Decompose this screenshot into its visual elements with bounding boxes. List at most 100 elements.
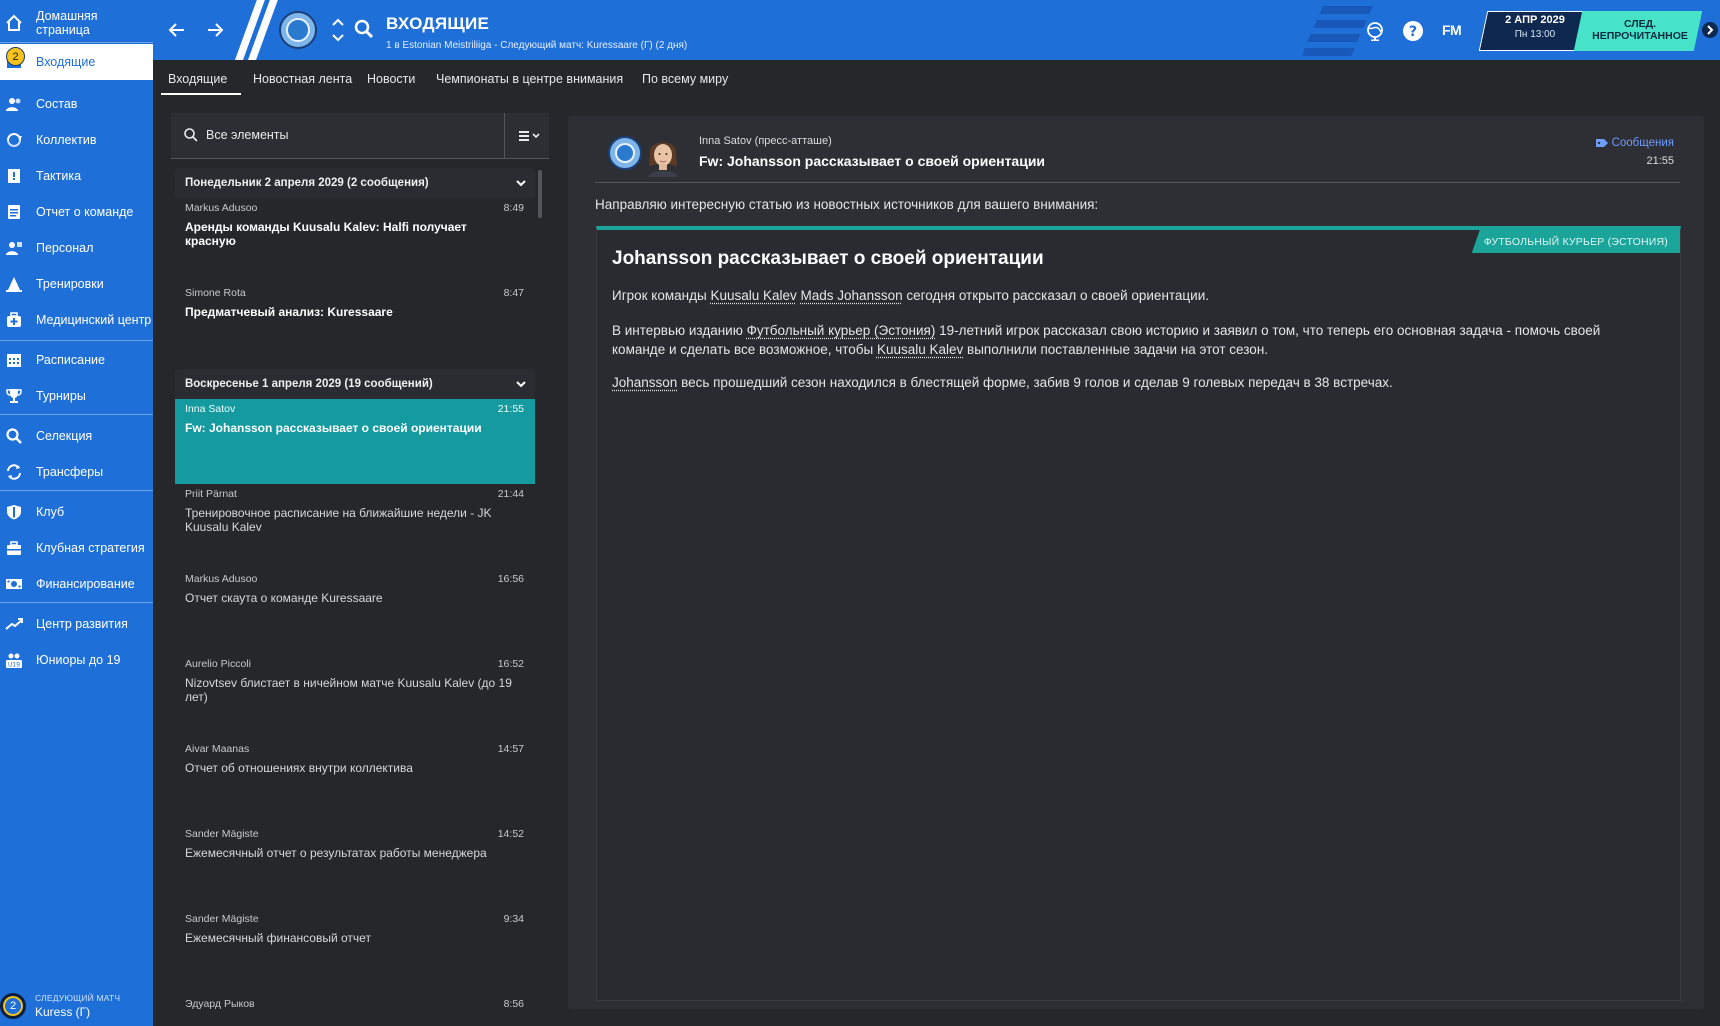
- message-reader: Inna Satov (пресс-атташе) Fw: Johansson …: [568, 116, 1704, 1009]
- sidebar-item-transfers[interactable]: Трансферы: [0, 454, 153, 490]
- list-item[interactable]: Simone Rota 8:47 Предматчевый анализ: Ku…: [175, 283, 535, 368]
- list-item[interactable]: Markus Adusoo 16:56 Отчет скаута о коман…: [175, 569, 535, 654]
- sender-avatar[interactable]: [644, 133, 682, 177]
- search-icon: [354, 19, 374, 39]
- list-item-selected[interactable]: Inna Satov 21:55 Fw: Johansson рассказыв…: [175, 399, 535, 484]
- help-button[interactable]: ?: [1402, 20, 1424, 42]
- club-crest-icon[interactable]: [279, 11, 317, 49]
- world-button[interactable]: [1364, 20, 1386, 42]
- next-match-widget[interactable]: 2 СЛЕДУЮЩИЙ МАТЧ Kuress (Г): [0, 986, 153, 1026]
- trophy-icon: [4, 386, 24, 406]
- divider: [595, 182, 1680, 183]
- sidebar-item-label: Состав: [36, 97, 78, 111]
- news-article: ФУТБОЛЬНЫЙ КУРЬЕР (ЭСТОНИЯ) Johansson ра…: [596, 226, 1681, 1001]
- message-subject: Предматчевый анализ: Kuressaare: [185, 305, 393, 319]
- continue-arrow-button[interactable]: [1702, 22, 1718, 38]
- message-sender-name[interactable]: Inna Satov: [699, 135, 752, 147]
- shield-icon: [4, 502, 24, 522]
- message-sender: Inna Satov: [185, 403, 236, 415]
- globe-icon: [1367, 22, 1383, 41]
- list-item[interactable]: Aurelio Piccoli 16:52 Nizovtsev блистает…: [175, 654, 535, 739]
- player-link[interactable]: Johansson: [612, 375, 677, 390]
- svg-text:?: ?: [1409, 24, 1417, 40]
- sidebar-item-training[interactable]: Тренировки: [0, 266, 153, 302]
- money-icon: [4, 574, 24, 594]
- filter-bar[interactable]: Все элементы: [171, 113, 549, 159]
- sidebar-item-tactics[interactable]: Тактика: [0, 158, 153, 194]
- text: В интервью изданию: [612, 323, 747, 338]
- sidebar-item-label: Центр развития: [36, 617, 128, 631]
- list-item[interactable]: Sander Mägiste 9:34 Ежемесячный финансов…: [175, 909, 535, 994]
- sidebar-item-label: Медицинский центр: [36, 313, 152, 327]
- fm-logo[interactable]: FM: [1442, 22, 1462, 38]
- tactics-icon: [4, 166, 24, 186]
- game-date-day: 2 АПР 2029: [1505, 14, 1565, 26]
- chevron-right-icon: [1707, 25, 1714, 35]
- list-item[interactable]: Aivar Maanas 14:57 Отчет об отношениях в…: [175, 739, 535, 824]
- calendar-icon: [4, 350, 24, 370]
- list-item[interactable]: Эдуард Рыков 8:56: [175, 994, 535, 1026]
- sidebar-item-team-report[interactable]: Отчет о команде: [0, 194, 153, 230]
- chevron-updown-icon: [332, 18, 344, 42]
- message-subject: Тренировочное расписание на ближайшие не…: [185, 506, 492, 534]
- transfer-arrows-icon: [4, 462, 24, 482]
- sidebar-item-home[interactable]: Домашняя страница: [0, 5, 153, 41]
- tab-featured-leagues[interactable]: Чемпионаты в центре внимания: [436, 72, 623, 86]
- sidebar-item-label: Домашняя страница: [36, 9, 98, 37]
- sidebar-item-medical[interactable]: Медицинский центр: [0, 302, 153, 338]
- message-sender-line: Inna Satov (пресс-атташе): [699, 135, 832, 147]
- search-button[interactable]: [353, 18, 375, 40]
- list-item[interactable]: Sander Mägiste 14:52 Ежемесячный отчет о…: [175, 824, 535, 909]
- message-sender: Markus Adusoo: [185, 202, 258, 214]
- date-group-title: Понедельник 2 апреля 2029 (2 сообщения): [185, 177, 429, 189]
- message-sender: Aurelio Piccoli: [185, 658, 251, 670]
- message-intro: Направляю интересную статью из новостных…: [595, 197, 1099, 212]
- message-subject: Аренды команды Kuusalu Kalev: Halfi полу…: [185, 220, 467, 248]
- back-button[interactable]: [165, 18, 189, 42]
- message-sender-role: (пресс-атташе): [754, 135, 832, 147]
- active-tab-indicator: [161, 93, 241, 95]
- scrollbar[interactable]: [538, 170, 542, 218]
- training-cone-icon: [4, 274, 24, 294]
- sidebar-item-scouting[interactable]: Селекция: [0, 418, 153, 454]
- next-match-days: 2: [0, 993, 26, 1019]
- sidebar-item-dynamics[interactable]: Коллектив: [0, 122, 153, 158]
- tab-news[interactable]: Новости: [367, 72, 415, 86]
- message-category[interactable]: Сообщения: [1595, 137, 1674, 149]
- sidebar-item-squad[interactable]: Состав: [0, 86, 153, 122]
- sidebar-item-u19[interactable]: U19 Юниоры до 19: [0, 642, 153, 678]
- sidebar-item-staff[interactable]: Персонал: [0, 230, 153, 266]
- media-link[interactable]: Футбольный курьер (Эстония): [747, 323, 936, 338]
- club-link[interactable]: Kuusalu Kalev: [877, 342, 963, 357]
- club-link[interactable]: Kuusalu Kalev: [710, 288, 796, 303]
- tab-news-feed[interactable]: Новостная лента: [253, 72, 352, 86]
- message-sender: Priit Pärnat: [185, 488, 237, 500]
- sidebar-item-label: Коллектив: [36, 133, 97, 147]
- message-time: 21:55: [1646, 155, 1674, 167]
- list-item[interactable]: Markus Adusoo 8:49 Аренды команды Kuusal…: [175, 198, 535, 283]
- sidebar-item-finances[interactable]: Финансирование: [0, 566, 153, 602]
- sidebar-item-club-vision[interactable]: Клубная стратегия: [0, 530, 153, 566]
- tab-inbox[interactable]: Входящие: [168, 72, 227, 86]
- message-time: 9:34: [503, 913, 524, 925]
- message-time: 21:55: [497, 403, 524, 415]
- sidebar-item-schedule[interactable]: Расписание: [0, 342, 153, 378]
- page-subtitle[interactable]: 1 в Estonian Meistriliiga - Следующий ма…: [386, 40, 687, 51]
- sidebar-item-club[interactable]: Клуб: [0, 494, 153, 530]
- list-item[interactable]: Priit Pärnat 21:44 Тренировочное расписа…: [175, 484, 535, 569]
- top-bar: ВХОДЯЩИЕ 1 в Estonian Meistriliiga - Сле…: [153, 0, 1720, 60]
- club-switch-arrows[interactable]: [331, 16, 345, 44]
- sidebar-item-dev-centre[interactable]: Центр развития: [0, 606, 153, 642]
- filter-menu-icon[interactable]: [511, 125, 545, 147]
- forward-button[interactable]: [203, 18, 227, 42]
- message-sender: Markus Adusoo: [185, 573, 258, 585]
- date-group-header[interactable]: Воскресенье 1 апреля 2029 (19 сообщений): [175, 369, 535, 399]
- next-match-label: СЛЕДУЮЩИЙ МАТЧ: [35, 993, 121, 1003]
- search-icon: [184, 128, 198, 142]
- sidebar-item-competitions[interactable]: Турниры: [0, 378, 153, 414]
- search-icon: [4, 426, 24, 446]
- player-link[interactable]: Mads Johansson: [801, 288, 903, 303]
- date-group-header[interactable]: Понедельник 2 апреля 2029 (2 сообщения): [175, 168, 535, 198]
- sidebar-item-label: Селекция: [36, 429, 93, 443]
- tab-around-world[interactable]: По всему миру: [642, 72, 728, 86]
